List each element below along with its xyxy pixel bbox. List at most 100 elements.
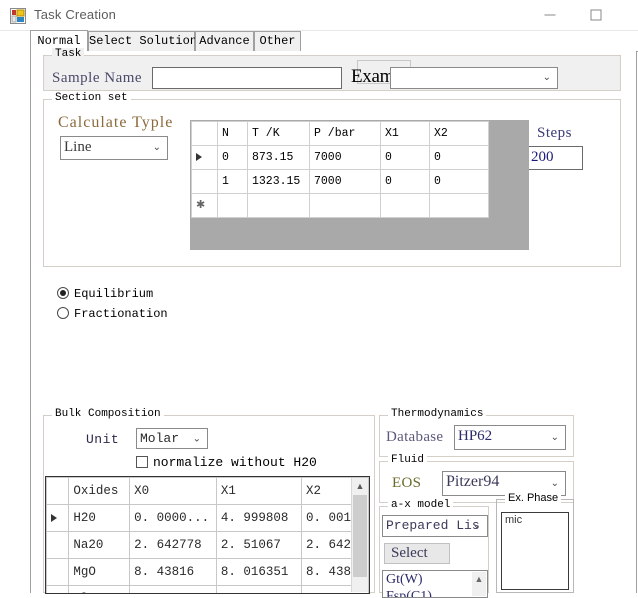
- cell-oxide[interactable]: H20: [69, 505, 130, 532]
- ax-model-select[interactable]: Prepared Lis ⌄: [382, 515, 488, 537]
- window-title: Task Creation: [34, 7, 116, 22]
- cell-n[interactable]: 0: [218, 146, 248, 170]
- tab-advance[interactable]: Advance: [195, 31, 254, 52]
- bulk-col-rowhdr: [47, 478, 69, 505]
- cell-x0[interactable]: 8. 43816: [130, 559, 217, 586]
- cell-t[interactable]: 1323.15: [248, 170, 310, 194]
- cell-x0[interactable]: 2. 642778: [130, 532, 217, 559]
- cell-x1[interactable]: [381, 194, 430, 218]
- cell-p[interactable]: 7000: [310, 170, 381, 194]
- sample-name-input[interactable]: [152, 67, 342, 89]
- radio-unselected-icon: [57, 307, 69, 319]
- calculate-type-value: Line: [64, 139, 92, 155]
- steps-label: Steps: [537, 125, 572, 142]
- bulk-table-scrollbar[interactable]: ▲: [351, 478, 368, 592]
- close-button[interactable]: ×: [619, 0, 638, 30]
- cell-x2[interactable]: [430, 194, 489, 218]
- cell-p[interactable]: 7000: [310, 146, 381, 170]
- table-row[interactable]: 1 1323.15 7000 0 0: [192, 170, 489, 194]
- database-select[interactable]: HP62 ⌄: [454, 425, 566, 450]
- title-bar: Task Creation ×: [0, 0, 638, 31]
- cell-x1[interactable]: 0: [381, 146, 430, 170]
- cell-x1[interactable]: 8. 016351: [216, 559, 301, 586]
- scroll-up-icon[interactable]: ▲: [352, 478, 368, 494]
- row-indicator-cell: [47, 559, 69, 586]
- ax-model-list-scrollbar[interactable]: ▲: [472, 572, 486, 596]
- cell-x2[interactable]: 0: [430, 170, 489, 194]
- cell-x1[interactable]: 2. 51067: [216, 532, 301, 559]
- table-row[interactable]: Na20 2. 642778 2. 51067 2. 6427: [47, 532, 369, 559]
- chevron-down-icon: ⌄: [153, 138, 161, 158]
- bulk-composition-table[interactable]: Oxides X0 X1 X2 H20 0. 0000... 4. 999808…: [45, 476, 370, 594]
- current-row-icon: [51, 514, 57, 522]
- cell-n[interactable]: [218, 194, 248, 218]
- maximize-button[interactable]: [573, 0, 619, 30]
- chevron-down-icon: ⌄: [543, 68, 551, 88]
- example-select[interactable]: ⌄: [390, 67, 558, 89]
- list-item[interactable]: mic: [502, 513, 568, 527]
- ax-model-group-label: a-x model: [388, 499, 453, 511]
- radio-fractionation-label: Fractionation: [74, 307, 168, 321]
- ax-model-group: a-x model Prepared Lis ⌄ Select Gt(W) Fs…: [379, 506, 489, 593]
- tab-select-solution[interactable]: Select Solution: [88, 31, 195, 52]
- radio-equilibrium[interactable]: Equilibrium: [57, 287, 153, 301]
- section-table-grid: N T /K P /bar X1 X2 0 873.15 7000 0 0: [191, 121, 489, 218]
- tab-other[interactable]: Other: [254, 31, 301, 52]
- minimize-icon: [545, 15, 556, 16]
- section-col-p: P /bar: [310, 122, 381, 146]
- ax-model-list[interactable]: Gt(W) Fsp(C1) ▲: [382, 570, 488, 598]
- unit-select[interactable]: Molar ⌄: [136, 428, 208, 449]
- checkbox-icon: [136, 456, 148, 468]
- select-button-label: Select: [391, 545, 428, 562]
- scroll-up-icon[interactable]: ▲: [472, 572, 486, 586]
- ex-phase-group: Ex. Phase mic: [496, 499, 574, 593]
- cell-p[interactable]: [310, 194, 381, 218]
- eos-select-value: Pitzer94: [446, 473, 499, 490]
- section-col-x2: X2: [430, 122, 489, 146]
- sample-name-label: Sample Name: [52, 70, 142, 87]
- unit-select-value: Molar: [140, 431, 179, 446]
- thermodynamics-group: Thermodynamics Database HP62 ⌄: [379, 415, 574, 457]
- chevron-down-icon: ⌄: [473, 516, 481, 536]
- chevron-down-icon: ⌄: [193, 429, 201, 448]
- radio-fractionation[interactable]: Fractionation: [57, 307, 168, 321]
- section-set-group: Section set Calculate Typle Line ⌄ Steps…: [43, 99, 621, 267]
- cell-x1[interactable]: 4. 999808: [216, 505, 301, 532]
- cell-t[interactable]: 873.15: [248, 146, 310, 170]
- chevron-down-icon: ⌄: [551, 474, 559, 494]
- table-row[interactable]: H20 0. 0000... 4. 999808 0. 0010: [47, 505, 369, 532]
- task-group: Task Sample Name Example ⌄: [43, 55, 621, 91]
- ex-phase-list[interactable]: mic: [501, 512, 569, 590]
- task-group-label: Task: [52, 48, 84, 60]
- normalize-checkbox-label: normalize without H20: [153, 455, 317, 470]
- cell-x1[interactable]: 0: [381, 170, 430, 194]
- tab-page-normal: Task Sample Name Example ⌄ Section set C…: [30, 51, 637, 593]
- calculate-type-select[interactable]: Line ⌄: [60, 136, 168, 160]
- bulk-col-x1: X1: [216, 478, 301, 505]
- unit-label: Unit: [86, 432, 119, 447]
- steps-input[interactable]: 200: [527, 146, 583, 170]
- cell-t[interactable]: [248, 194, 310, 218]
- table-row[interactable]: MgO 8. 43816 8. 016351 8. 4381: [47, 559, 369, 586]
- section-table[interactable]: N T /K P /bar X1 X2 0 873.15 7000 0 0: [190, 120, 529, 250]
- maximize-icon: [591, 10, 602, 21]
- cell-n[interactable]: 1: [218, 170, 248, 194]
- row-indicator-cell: [192, 146, 218, 170]
- normalize-without-h2o-checkbox[interactable]: normalize without H20: [136, 455, 317, 470]
- section-col-n: N: [218, 122, 248, 146]
- cell-x2[interactable]: 0: [430, 146, 489, 170]
- bulk-col-x0: X0: [130, 478, 217, 505]
- current-row-icon: [196, 153, 202, 161]
- scrollbar-thumb[interactable]: [353, 495, 367, 577]
- table-row-new[interactable]: ✱: [192, 194, 489, 218]
- section-col-t: T /K: [248, 122, 310, 146]
- calculate-type-label: Calculate Typle: [58, 114, 173, 132]
- cell-x0[interactable]: 0. 0000...: [130, 505, 217, 532]
- cell-oxide[interactable]: Na20: [69, 532, 130, 559]
- new-row-icon: ✱: [196, 200, 205, 211]
- tab-strip: Normal Select Solution Advance Other: [30, 30, 638, 52]
- cell-oxide[interactable]: MgO: [69, 559, 130, 586]
- bulk-composition-group-label: Bulk Composition: [52, 408, 164, 420]
- table-row[interactable]: 0 873.15 7000 0 0: [192, 146, 489, 170]
- minimize-button[interactable]: [527, 0, 573, 30]
